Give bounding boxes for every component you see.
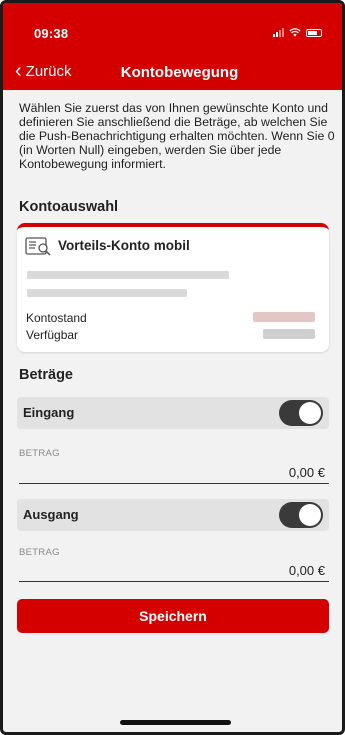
outgoing-amount-field[interactable]: 0,00 € <box>19 559 329 582</box>
incoming-amount-field[interactable]: 0,00 € <box>19 461 329 484</box>
outgoing-amount-label: BETRAG <box>19 547 60 558</box>
outgoing-row: Ausgang <box>17 499 329 531</box>
status-icons <box>273 28 322 37</box>
amounts-section-title: Beträge <box>19 367 73 383</box>
save-button[interactable]: Speichern <box>17 599 329 633</box>
outgoing-amount-value: 0,00 € <box>288 563 325 578</box>
toggle-knob <box>299 402 321 424</box>
status-time: 09:38 <box>34 26 69 41</box>
outgoing-label: Ausgang <box>23 507 79 522</box>
app-header: 09:38 ‹ Zurück Kontobewegung <box>3 3 342 90</box>
toggle-knob <box>299 504 321 526</box>
wifi-icon <box>289 28 301 37</box>
available-label: Verfügbar <box>26 328 79 342</box>
account-card-icon <box>25 237 51 256</box>
balance-label: Kontostand <box>26 311 87 325</box>
incoming-toggle[interactable] <box>279 400 323 426</box>
incoming-label: Eingang <box>23 405 75 420</box>
account-section-title: Kontoauswahl <box>19 199 119 215</box>
incoming-row: Eingang <box>17 397 329 429</box>
incoming-amount-value: 0,00 € <box>288 465 325 480</box>
phone-screen: 09:38 ‹ Zurück Kontobewegung Wählen Sie … <box>0 0 345 735</box>
page-title: Kontobewegung <box>120 64 239 81</box>
signal-icon <box>273 28 284 37</box>
account-card[interactable]: Vorteils-Konto mobil Kontostand Verfügba… <box>17 223 329 352</box>
home-indicator[interactable] <box>120 720 231 725</box>
incoming-amount-label: BETRAG <box>19 448 60 459</box>
redacted-balance <box>253 312 315 322</box>
outgoing-toggle[interactable] <box>279 502 323 528</box>
redacted-iban <box>27 289 187 297</box>
battery-icon <box>306 28 322 37</box>
redacted-available <box>263 329 315 339</box>
intro-text: Wählen Sie zuerst das von Ihnen gewünsch… <box>19 101 335 171</box>
redacted-account-holder <box>27 271 229 279</box>
account-name: Vorteils-Konto mobil <box>58 238 190 253</box>
